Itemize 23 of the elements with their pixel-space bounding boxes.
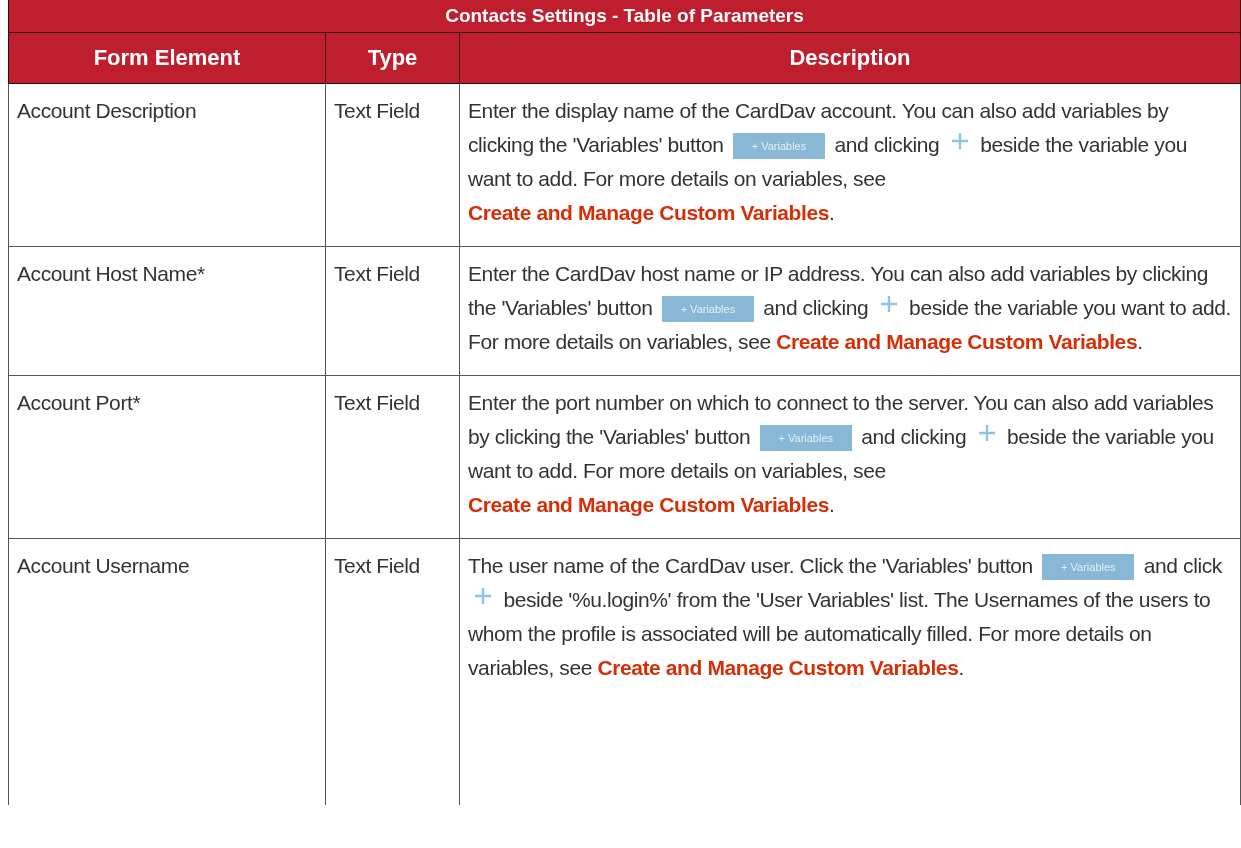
- plus-icon: [977, 424, 996, 442]
- table-cell: Text Field: [325, 83, 460, 247]
- column-header: Description: [459, 32, 1241, 84]
- column-header: Type: [325, 32, 460, 84]
- table-cell: Account Port*: [8, 375, 326, 539]
- table-cell: Account Username: [8, 538, 326, 805]
- link[interactable]: Create and Manage Custom Variables: [597, 656, 959, 679]
- column-header: Form Element: [8, 32, 326, 84]
- description-text: Enter the CardDav host name or IP address. You can also add variables by clicking the 'Variables' button + Variables and clicking beside the variable you want to add. For more details on variables, see Create and Manage Custom Variables.: [468, 261, 1232, 355]
- table-cell: Text Field: [325, 375, 460, 539]
- link[interactable]: Create and Manage Custom Variables: [468, 493, 830, 516]
- table-title: Contacts Settings - Table of Parameters: [8, 0, 1241, 33]
- table-cell: Account Host Name*: [8, 246, 326, 376]
- table-cell: Account Description: [8, 83, 326, 247]
- plus-icon: [879, 295, 898, 313]
- description-text: The user name of the CardDav user. Click the 'Variables' button + Variables and click beside '%u.login%' from the 'User Variables' list. The Usernames of the users to whom the profile is associated will be automatically filled. For more details on variables, see Create and Manage Custom Variables.: [468, 553, 1223, 681]
- link[interactable]: Create and Manage Custom Variables: [468, 201, 830, 224]
- link[interactable]: Create and Manage Custom Variables: [776, 330, 1138, 353]
- table-cell: Text Field: [325, 246, 460, 376]
- plus-icon: [950, 132, 969, 150]
- description-text: Enter the display name of the CardDav account. You can also add variables by clicking the 'Variables' button + Variables and clicking beside the variable you want to add. For more details on variables, see Create and Manage Custom Variables.: [468, 98, 1188, 226]
- description-text: Enter the port number on which to connect to the server. You can also add variables by clicking the 'Variables' button + Variables and clicking beside the variable you want to add. For more details on variables, see Create and Manage Custom Variables.: [468, 390, 1215, 518]
- plus-icon: [474, 587, 492, 605]
